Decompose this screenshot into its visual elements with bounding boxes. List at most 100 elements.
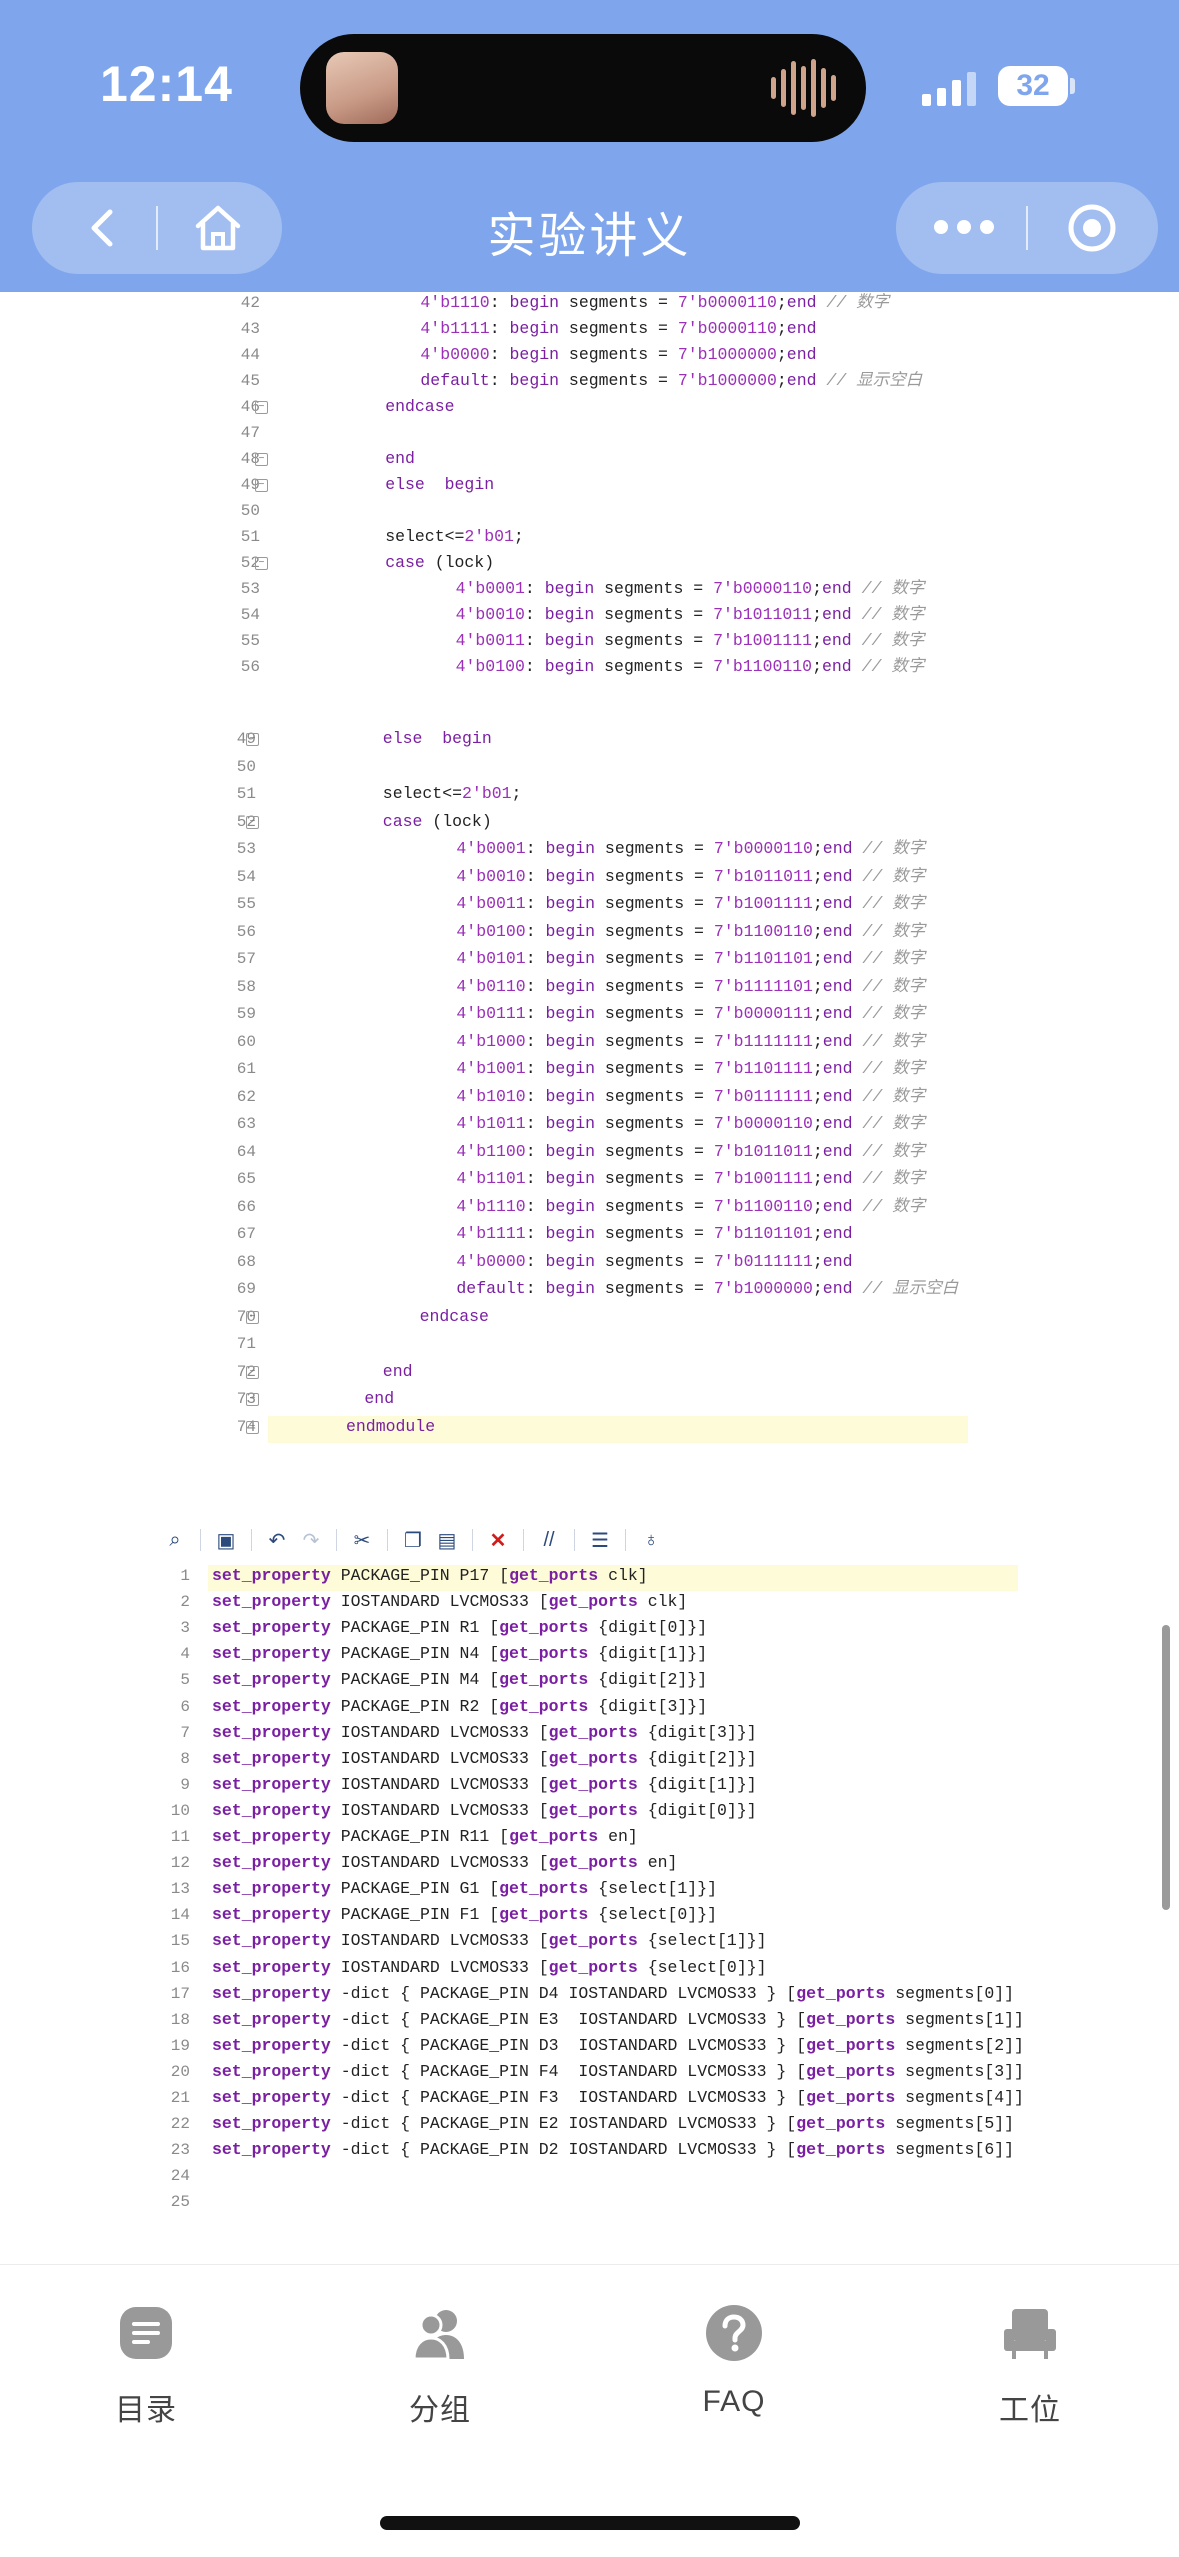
save-icon[interactable]: ▣ bbox=[209, 1523, 243, 1557]
code-token: : bbox=[525, 949, 546, 968]
line-number: 53 bbox=[240, 580, 260, 598]
code-token: 4'b1000 bbox=[456, 1031, 526, 1051]
comment-icon[interactable]: // bbox=[532, 1523, 566, 1557]
line-number: 57 bbox=[236, 950, 256, 968]
code-token: IOSTANDARD LVCMOS33 [ bbox=[330, 1853, 549, 1873]
redo-icon[interactable]: ↷ bbox=[294, 1523, 328, 1557]
bulb-icon[interactable]: ♁ bbox=[634, 1523, 668, 1557]
cut-icon[interactable]: ✂ bbox=[345, 1523, 379, 1557]
code-token: begin bbox=[545, 1251, 596, 1271]
code-token: 7'b1111101 bbox=[713, 976, 813, 996]
catalog-icon bbox=[116, 2303, 176, 2363]
code-token: set_property bbox=[212, 2140, 331, 2160]
target-icon bbox=[1068, 204, 1116, 252]
code-token: case bbox=[385, 553, 425, 572]
code-token: get_ports bbox=[806, 2061, 896, 2081]
line-number: 66 bbox=[236, 1197, 256, 1216]
tab-workstation[interactable]: 工位 bbox=[930, 2303, 1130, 2429]
code-token: en] bbox=[598, 1827, 638, 1846]
search-icon[interactable]: ⌕ bbox=[158, 1523, 192, 1557]
code-token: 4'b0000 bbox=[420, 345, 490, 364]
fold-toggle-icon[interactable]: − bbox=[246, 815, 259, 829]
code-line: 4'b1011: begin segments = 7'b0000110;end… bbox=[456, 1113, 925, 1135]
code-token: end bbox=[822, 657, 852, 676]
home-indicator[interactable] bbox=[380, 2516, 800, 2530]
code-token: get_ports bbox=[548, 1800, 638, 1820]
code-token: ; bbox=[511, 784, 522, 803]
code-token: end bbox=[822, 839, 853, 858]
fold-toggle-icon[interactable]: − bbox=[255, 401, 268, 414]
close-miniprogram-button[interactable] bbox=[1066, 202, 1118, 259]
code-token: PACKAGE_PIN R2 [ bbox=[330, 1696, 500, 1716]
code-token: segments = bbox=[559, 371, 678, 390]
code-token: {digit[3]}] bbox=[588, 1696, 708, 1716]
code-line: set_property PACKAGE_PIN P17 [get_ports … bbox=[212, 1565, 648, 1587]
audio-waveform-icon bbox=[771, 58, 836, 118]
code-line: set_property IOSTANDARD LVCMOS33 [get_po… bbox=[212, 1591, 687, 1613]
fold-toggle-icon[interactable]: − bbox=[255, 557, 268, 570]
tab-label: 工位 bbox=[999, 2394, 1061, 2427]
line-number: 8 bbox=[180, 1749, 190, 1768]
code-token: begin bbox=[545, 1279, 596, 1298]
code-token: : bbox=[489, 345, 510, 364]
code-token: // 数字 bbox=[851, 657, 925, 676]
line-number: 4 bbox=[180, 1645, 190, 1664]
paste-icon[interactable]: ▤ bbox=[430, 1523, 464, 1557]
code-line: set_property -dict { PACKAGE_PIN D4 IOST… bbox=[212, 1983, 1014, 2005]
delete-icon[interactable]: ✕ bbox=[481, 1523, 515, 1557]
fold-toggle-icon[interactable]: − bbox=[255, 479, 268, 492]
code-token: {digit[0]}] bbox=[637, 1800, 757, 1820]
code-token: begin bbox=[544, 657, 595, 676]
toolbar-separator bbox=[200, 1529, 201, 1551]
code-token: ; bbox=[776, 293, 787, 312]
tab-faq[interactable]: FAQ bbox=[634, 2303, 834, 2419]
fold-toggle-icon[interactable]: − bbox=[246, 1420, 259, 1434]
code-token: : bbox=[525, 1059, 546, 1078]
code-token: end bbox=[822, 1279, 853, 1298]
tab-group[interactable]: 分组 bbox=[340, 2303, 540, 2429]
line-number: 59 bbox=[236, 1005, 256, 1023]
fold-toggle-icon[interactable]: − bbox=[246, 733, 259, 746]
code-token: set_property bbox=[212, 1827, 331, 1846]
code-token: segments = bbox=[595, 1114, 714, 1133]
line-number: 7 bbox=[180, 1723, 190, 1742]
fold-toggle-icon[interactable]: − bbox=[246, 1365, 259, 1379]
code-token: // 数字 bbox=[852, 839, 926, 858]
code-token: begin bbox=[545, 1224, 596, 1243]
more-options-button[interactable] bbox=[934, 220, 994, 234]
code-token: begin bbox=[545, 894, 596, 913]
dynamic-island[interactable] bbox=[300, 34, 866, 142]
fold-toggle-icon[interactable]: − bbox=[246, 1310, 259, 1324]
indent-icon[interactable]: ☰ bbox=[583, 1523, 617, 1557]
code-line: 4'b0000: begin segments = 7'b0111111;end bbox=[456, 1251, 852, 1273]
fold-toggle-icon[interactable]: − bbox=[255, 453, 268, 466]
code-token: segments = bbox=[595, 1251, 714, 1271]
code-token: clk] bbox=[598, 1566, 648, 1585]
code-token: set_property bbox=[212, 1566, 331, 1585]
code-token: {digit[1]}] bbox=[588, 1644, 708, 1664]
code-token: set_property bbox=[212, 1800, 331, 1820]
line-number: 50 bbox=[236, 757, 256, 776]
line-number: 22 bbox=[170, 2115, 190, 2134]
code-token: 2'b01 bbox=[464, 527, 514, 546]
line-number: 44 bbox=[240, 346, 260, 364]
tab-catalog[interactable]: 目录 bbox=[46, 2303, 246, 2429]
workstation-icon bbox=[1000, 2303, 1060, 2363]
copy-icon[interactable]: ❐ bbox=[396, 1523, 430, 1557]
code-token: en] bbox=[637, 1853, 678, 1873]
code-token: {select[1]}] bbox=[637, 1931, 767, 1951]
page-scrollbar[interactable] bbox=[1162, 1625, 1170, 1910]
line-number: 42 bbox=[240, 294, 260, 312]
code-token: 7'b1000000 bbox=[677, 345, 777, 364]
code-token: get_ports bbox=[509, 1566, 599, 1585]
code-token: : bbox=[525, 1251, 546, 1271]
code-token: // 数字 bbox=[852, 949, 926, 968]
code-token: PACKAGE_PIN R11 [ bbox=[330, 1827, 510, 1846]
code-token: 7'b1101101 bbox=[713, 1224, 813, 1243]
code-token: {select[0]}] bbox=[588, 1905, 718, 1925]
code-token: set_property bbox=[212, 2009, 331, 2029]
fold-toggle-icon[interactable]: − bbox=[246, 1393, 259, 1406]
cellular-signal-icon bbox=[922, 70, 976, 106]
line-number: 19 bbox=[170, 2036, 190, 2055]
undo-icon[interactable]: ↶ bbox=[260, 1523, 294, 1557]
